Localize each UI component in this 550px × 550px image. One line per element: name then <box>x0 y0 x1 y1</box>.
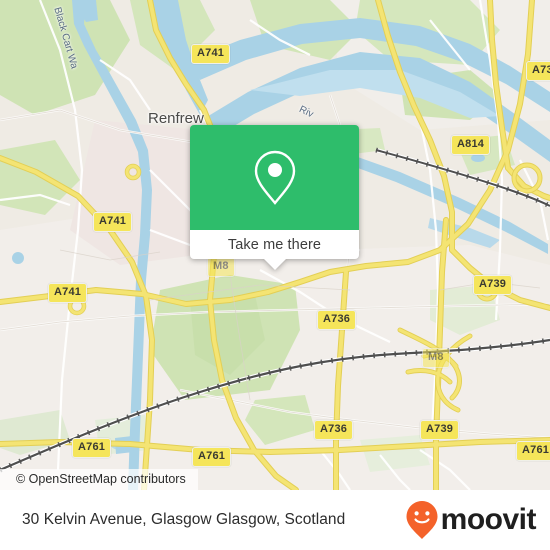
moovit-wordmark: moovit <box>440 503 537 536</box>
shield-a741-southwest[interactable]: A741 <box>48 283 88 303</box>
shield-a741-west[interactable]: A741 <box>93 212 133 232</box>
shield-a814[interactable]: A814 <box>451 135 491 155</box>
map-screenshot: Renfrew Black Cart Wa Riv A741 A73 A814 … <box>0 0 550 550</box>
popup-header <box>190 125 359 230</box>
shield-m8-junction[interactable]: M8 <box>422 348 450 368</box>
popup-footer[interactable]: Take me there <box>190 230 359 270</box>
shield-a761-mid[interactable]: A761 <box>192 447 232 467</box>
moovit-pin-smiley-icon <box>406 501 438 539</box>
shield-a73x-topright[interactable]: A73 <box>526 61 550 81</box>
map-pin-icon <box>254 150 295 205</box>
osm-attribution[interactable]: © OpenStreetMap contributors <box>0 469 198 490</box>
shield-a739-south[interactable]: A739 <box>420 420 460 440</box>
take-me-there-label: Take me there <box>227 236 322 253</box>
moovit-brand[interactable]: moovit <box>405 500 537 540</box>
location-popup-card[interactable]: Take me there <box>190 125 359 270</box>
address-title: 30 Kelvin Avenue, Glasgow Glasgow, Scotl… <box>22 511 346 528</box>
shield-a761-east[interactable]: A761 <box>516 441 550 461</box>
map-canvas[interactable]: Renfrew Black Cart Wa Riv A741 A73 A814 … <box>0 0 550 490</box>
footer-bar: 30 Kelvin Avenue, Glasgow Glasgow, Scotl… <box>0 490 550 550</box>
shield-a761-west[interactable]: A761 <box>72 438 112 458</box>
shield-a739-east[interactable]: A739 <box>473 275 513 295</box>
shield-a736-south[interactable]: A736 <box>314 420 354 440</box>
shield-a741-north[interactable]: A741 <box>191 44 231 64</box>
shield-a736-mid[interactable]: A736 <box>317 310 357 330</box>
shield-m8-hidden[interactable]: M8 <box>207 257 235 277</box>
popup-pointer <box>263 259 286 270</box>
